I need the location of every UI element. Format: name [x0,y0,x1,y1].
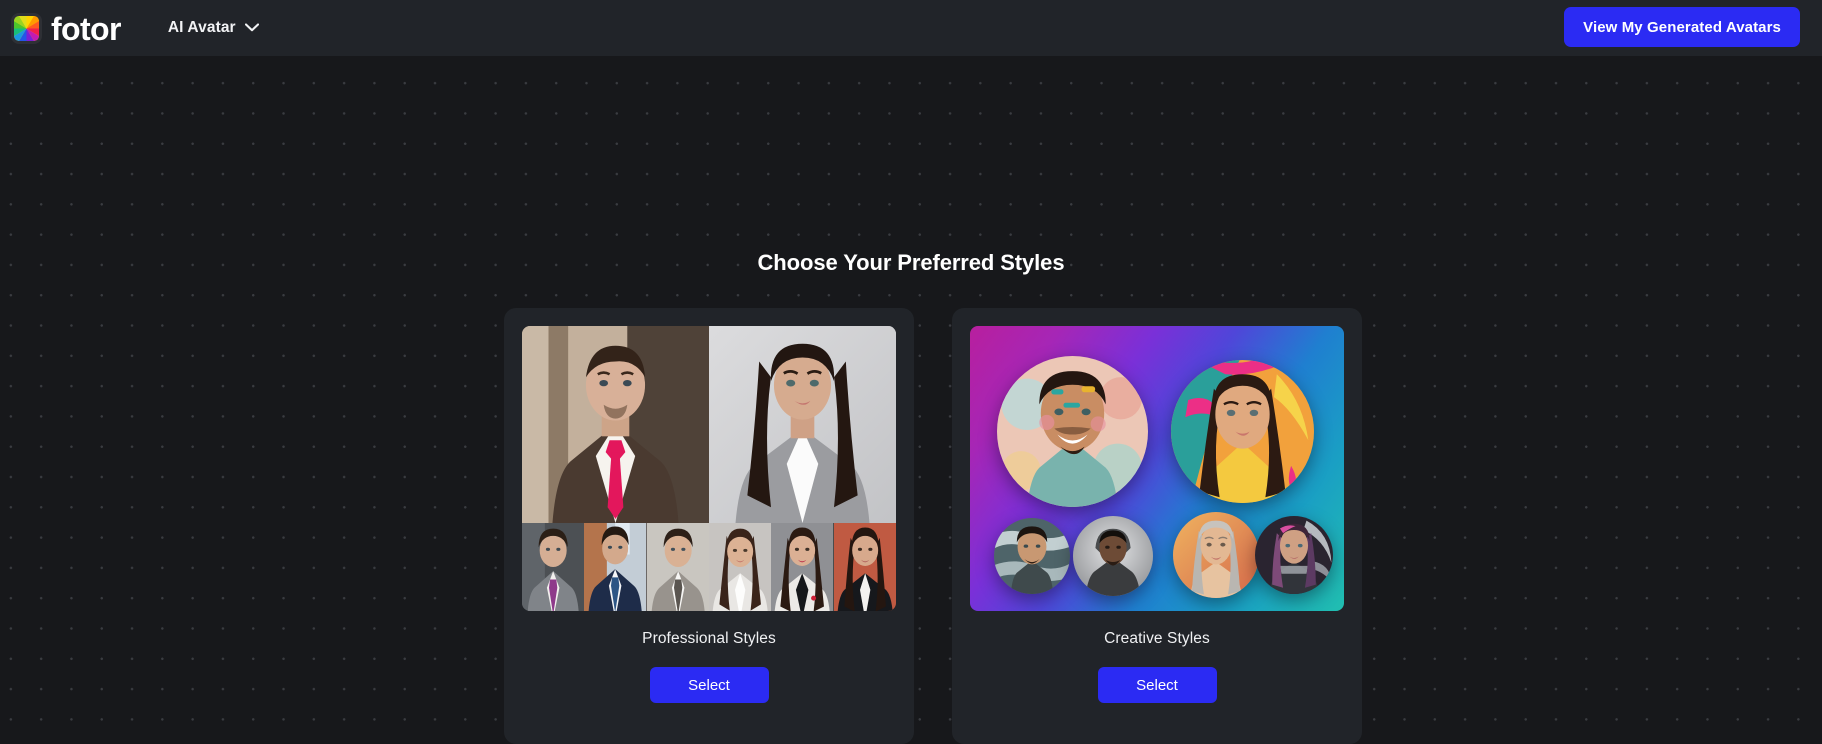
creative-orb-woman-silver [1173,512,1259,598]
professional-styles-preview [522,326,896,611]
chevron-down-icon [244,19,259,37]
creative-orb-woman-paint [1171,360,1314,503]
creative-orb-woman-cyber [1255,516,1333,594]
brand-name: fotor [51,11,121,47]
professional-thumb-6 [833,515,896,611]
style-card-title-professional: Professional Styles [642,630,776,647]
professional-thumb-4 [708,515,772,611]
page-title: Choose Your Preferred Styles [757,250,1065,275]
style-card-professional[interactable]: Professional Styles Select [504,308,914,744]
view-my-generated-avatars-button[interactable]: View My Generated Avatars [1564,7,1800,47]
professional-hero-woman [704,326,896,523]
main-content: Choose Your Preferred Styles Professiona… [0,56,1822,744]
professional-thumb-1 [522,515,585,611]
professional-hero-man [522,326,714,523]
professional-hero-row [522,326,896,523]
top-navigation-bar: fotor AI Avatar View My Generated Avatar… [0,0,1822,56]
professional-thumbnail-strip [522,515,896,611]
select-button-creative[interactable]: Select [1097,667,1217,703]
creative-orb-man-paint [997,356,1148,507]
creative-styles-preview [970,326,1344,611]
creative-orb-man-sky [994,518,1070,594]
fotor-color-wheel-logo-icon [11,12,42,44]
style-card-creative[interactable]: Creative Styles Select [952,308,1362,744]
nav-dropdown-label: AI Avatar [167,19,236,36]
style-cards-container: Professional Styles Select Creative Styl… [504,308,1362,744]
creative-orb-man-hoodie [1073,516,1153,596]
select-button-professional[interactable]: Select [649,667,769,703]
style-card-title-creative: Creative Styles [1104,630,1210,647]
professional-thumb-5 [771,515,834,611]
nav-dropdown-ai-avatar[interactable]: AI Avatar [168,19,259,37]
professional-thumb-3 [646,515,709,611]
professional-thumb-2 [584,515,647,611]
brand-logo[interactable]: fotor [11,11,121,47]
